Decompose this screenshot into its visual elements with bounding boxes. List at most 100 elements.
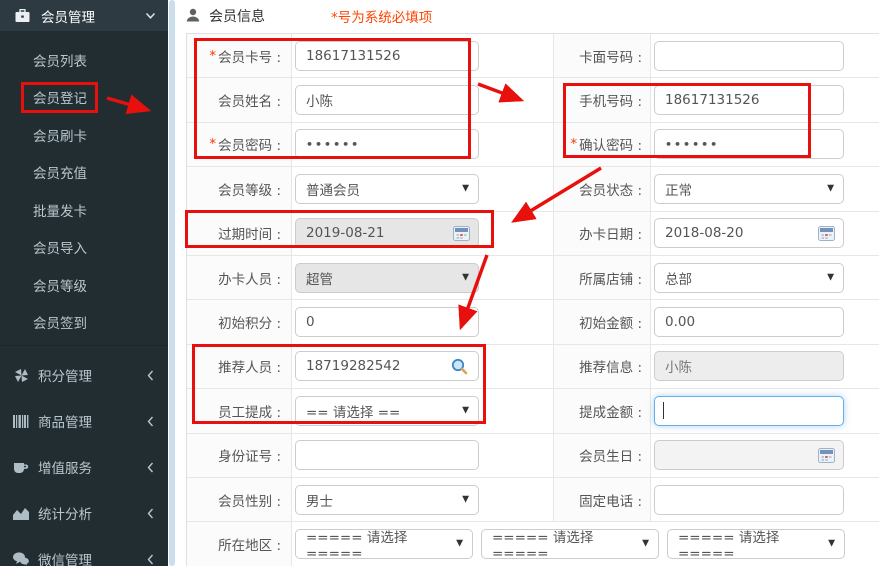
sidebar-item-wechat-management[interactable]: 微信管理 <box>0 536 168 566</box>
form-row: 所在地区 : ===== 请选择 ===== ▼ ===== 请选择 ===== ▼… <box>187 522 879 566</box>
calendar-icon[interactable] <box>452 225 470 241</box>
calendar-icon[interactable] <box>817 225 835 241</box>
area-chart-icon <box>12 505 30 521</box>
chevron-left-icon <box>147 554 154 565</box>
sidebar-item-member-recharge[interactable]: 会员充值 <box>0 154 168 192</box>
sidebar-item-member-list[interactable]: 会员列表 <box>0 41 168 79</box>
sidebar-item-member-management[interactable]: 会员管理 <box>0 0 168 31</box>
staff-commission-select[interactable]: == 请选择 == ▼ <box>295 395 479 426</box>
scrollbar[interactable] <box>169 0 175 566</box>
initial-amount-input[interactable] <box>654 307 844 338</box>
caret-down-icon: ▼ <box>462 405 469 416</box>
sidebar-item-member-register[interactable]: 会员登记 <box>0 79 168 117</box>
field-label-password: * 会员密码 : <box>187 122 292 167</box>
issue-date-input[interactable] <box>654 218 844 249</box>
chevron-left-icon <box>147 462 154 473</box>
field-label-initial-points: 初始积分 : <box>187 300 292 344</box>
issue-date-field <box>651 218 844 249</box>
field-label-id-card: 身份证号 : <box>187 433 292 477</box>
initial-points-input[interactable] <box>295 307 479 338</box>
form-row: 办卡人员 : 超管 ▼ 所属店铺 : 总部 ▼ <box>187 255 879 301</box>
user-icon <box>186 7 200 26</box>
form-row: 初始积分 : 初始金额 : <box>187 300 879 345</box>
field-label-referrer: 推荐人员 : <box>187 344 292 389</box>
field-label-confirm-password: * 确认密码 : <box>554 122 651 167</box>
member-level-select[interactable]: 普通会员 ▼ <box>295 173 479 204</box>
field-label-expire-date: 过期时间 : <box>187 211 292 255</box>
field-label-member-name: 会员姓名 : <box>187 78 292 122</box>
form-row: 身份证号 : 会员生日 : <box>187 433 879 478</box>
calendar-icon[interactable] <box>817 447 835 463</box>
member-card-number-input[interactable] <box>295 40 479 71</box>
region-province-select[interactable]: ===== 请选择 ===== ▼ <box>295 528 473 562</box>
barcode-icon <box>12 413 30 429</box>
form-row: *会员密码 : *确认密码 : <box>187 122 879 168</box>
sidebar-item-member-import[interactable]: 会员导入 <box>0 229 168 267</box>
page-title: 会员信息 <box>209 9 265 25</box>
field-label-issuer: 办卡人员 : <box>187 255 292 300</box>
mobile-number-input[interactable] <box>654 85 844 116</box>
birthday-input[interactable] <box>654 440 844 471</box>
sidebar-item-member-level[interactable]: 会员等级 <box>0 266 168 304</box>
field-label-issue-date: 办卡日期 : <box>554 211 651 255</box>
field-label-store: 所属店铺 : <box>554 255 651 300</box>
member-password-input[interactable] <box>295 129 479 160</box>
store-select[interactable]: 总部 ▼ <box>654 262 844 293</box>
member-name-input[interactable] <box>295 85 479 116</box>
referrer-info-input[interactable] <box>654 351 844 382</box>
caret-down-icon: ▼ <box>462 494 469 505</box>
field-label-card-number: * 会员卡号 : <box>187 34 292 78</box>
sidebar-item-value-added-services[interactable]: 增值服务 <box>0 444 168 490</box>
region-city-select[interactable]: ===== 请选择 ===== ▼ <box>481 528 659 562</box>
sidebar-item-member-swipe[interactable]: 会员刷卡 <box>0 116 168 154</box>
field-label-birthday: 会员生日 : <box>554 433 651 477</box>
field-label-fixed-phone: 固定电话 : <box>554 477 651 522</box>
card-face-number-input[interactable] <box>654 40 844 71</box>
caret-down-icon: ▼ <box>827 272 834 283</box>
coffee-cup-icon <box>12 459 30 475</box>
chevron-left-icon <box>147 370 154 381</box>
expire-date-field <box>292 218 479 249</box>
sidebar-item-member-checkin[interactable]: 会员签到 <box>0 304 168 342</box>
form-row: 会员等级 : 普通会员 ▼ 会员状态 : 正常 ▼ <box>187 167 879 212</box>
member-info-form: *会员卡号 : 卡面号码 : 会员姓名 : 手机号码 : *会员密码 : *确认… <box>186 33 879 566</box>
caret-down-icon: ▼ <box>462 272 469 283</box>
search-icon[interactable] <box>450 357 468 375</box>
issuer-select[interactable]: 超管 ▼ <box>295 262 479 293</box>
region-district-select[interactable]: ===== 请选择 ===== ▼ <box>667 528 845 562</box>
sidebar-item-product-management[interactable]: 商品管理 <box>0 398 168 444</box>
caret-down-icon: ▼ <box>827 183 834 194</box>
field-label-initial-amount: 初始金额 : <box>554 300 651 344</box>
main-content: 会员信息 *号为系统必填项 *会员卡号 : 卡面号码 : 会员姓名 : 手机号码… <box>168 0 879 566</box>
member-registration-page: 会员管理 会员列表 会员登记 会员刷卡 会员充值 批量发卡 会员导入 会员等级 … <box>0 0 879 566</box>
commission-amount-input[interactable] <box>654 395 844 426</box>
gender-select[interactable]: 男士 ▼ <box>295 484 479 515</box>
field-label-member-status: 会员状态 : <box>554 167 651 211</box>
field-label-gender: 会员性别 : <box>187 477 292 522</box>
chevron-down-icon <box>145 12 156 20</box>
sidebar-sections: 积分管理 商品管理 增值服务 统计分析 微信管理 <box>0 345 168 566</box>
form-row: *会员卡号 : 卡面号码 : <box>187 34 879 79</box>
caret-down-icon: ▼ <box>456 538 463 549</box>
field-label-commission-amount: 提成金额 : <box>554 389 651 433</box>
sidebar-item-points-management[interactable]: 积分管理 <box>0 352 168 398</box>
sidebar-submenu: 会员列表 会员登记 会员刷卡 会员充值 批量发卡 会员导入 会员等级 会员签到 <box>0 31 168 341</box>
sidebar-item-label: 会员管理 <box>41 9 95 26</box>
field-label-staff-commission: 员工提成 : <box>187 389 292 433</box>
form-row: 会员姓名 : 手机号码 : <box>187 78 879 123</box>
chevron-left-icon <box>147 508 154 519</box>
form-header: 会员信息 *号为系统必填项 <box>186 0 432 32</box>
member-status-select[interactable]: 正常 ▼ <box>654 173 844 204</box>
confirm-password-input[interactable] <box>654 129 844 160</box>
fixed-phone-input[interactable] <box>654 484 844 515</box>
sidebar: 会员管理 会员列表 会员登记 会员刷卡 会员充值 批量发卡 会员导入 会员等级 … <box>0 0 168 566</box>
wechat-icon <box>12 551 30 566</box>
sidebar-item-batch-cards[interactable]: 批量发卡 <box>0 191 168 229</box>
briefcase-icon <box>13 8 31 24</box>
form-row: 过期时间 : 办卡日期 : <box>187 211 879 256</box>
pinwheel-icon <box>12 367 30 383</box>
id-card-input[interactable] <box>295 440 479 471</box>
field-label-referrer-info: 推荐信息 : <box>554 344 651 389</box>
field-label-member-level: 会员等级 : <box>187 167 292 211</box>
sidebar-item-statistics-analysis[interactable]: 统计分析 <box>0 490 168 536</box>
